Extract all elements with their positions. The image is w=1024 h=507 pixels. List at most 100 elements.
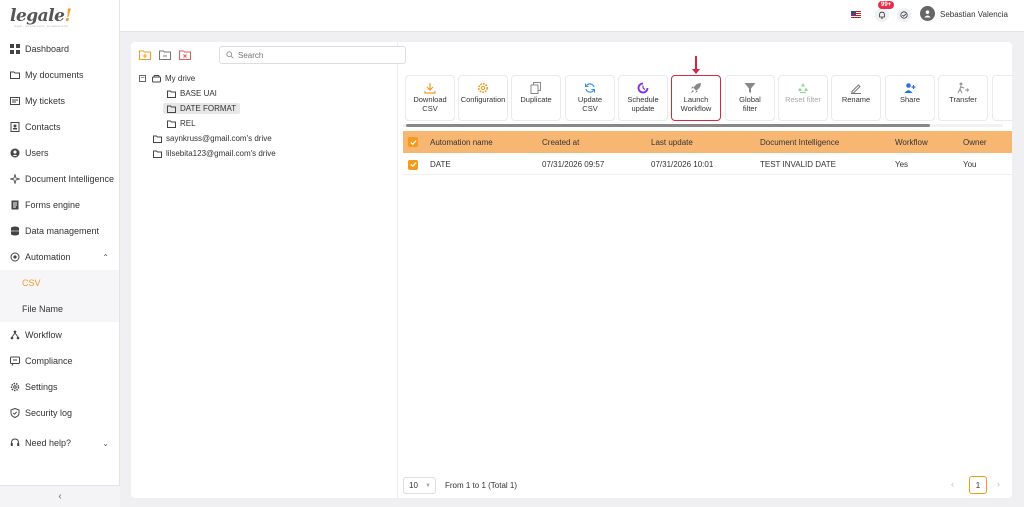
automation-icon <box>10 252 20 262</box>
logo-dot: ! <box>64 6 72 26</box>
share-button[interactable]: Share <box>885 75 935 121</box>
sidebar-item-data-management[interactable]: Data management <box>0 218 119 244</box>
select-all-checkbox[interactable] <box>408 137 418 147</box>
tree-node-rel[interactable]: REL <box>167 119 196 128</box>
sidebar-item-my-documents[interactable]: My documents <box>0 62 119 88</box>
top-header: 99+ Sebastian Valencia <box>120 0 1024 32</box>
row-checkbox[interactable] <box>408 159 418 170</box>
tree-toolbar <box>139 48 191 60</box>
download-icon <box>424 82 436 94</box>
reset-filter-button[interactable]: Reset filter <box>778 75 828 121</box>
cell-owner: You <box>963 160 977 169</box>
folder-icon <box>167 105 176 113</box>
gear-icon <box>10 382 20 392</box>
sidebar-item-automation[interactable]: Automation ⌃ <box>0 244 119 270</box>
sidebar-collapse-button[interactable]: ‹ <box>0 485 120 507</box>
table-row[interactable]: DATE 07/31/2026 09:57 07/31/2026 10:01 T… <box>403 155 1012 175</box>
launch-workflow-button[interactable]: Launch Workflow <box>671 75 721 121</box>
logo[interactable]: legale! legal, operations, productivity <box>0 0 119 32</box>
page-number-button[interactable]: 1 <box>969 476 987 494</box>
delete-folder-icon[interactable] <box>179 48 191 60</box>
drive-icon <box>152 74 161 83</box>
transfer-icon <box>957 82 969 94</box>
shield-icon <box>10 408 20 418</box>
transfer-button[interactable]: Transfer <box>938 75 988 121</box>
toolbar-scrollbar-thumb[interactable] <box>406 124 930 127</box>
column-header-document-intelligence[interactable]: Document Intelligence <box>760 138 839 147</box>
sidebar-item-document-intelligence[interactable]: Document Intelligence <box>0 166 119 192</box>
sidebar-item-my-tickets[interactable]: My tickets <box>0 88 119 114</box>
sidebar-nav: Dashboard My documents My tickets Contac… <box>0 36 119 456</box>
contacts-icon <box>10 122 20 132</box>
column-header-last-update[interactable]: Last update <box>651 138 693 147</box>
search-icon <box>226 51 234 59</box>
table-header: Automation name Created at Last update D… <box>403 131 1012 153</box>
tree-search-box[interactable] <box>219 46 406 64</box>
column-header-workflow[interactable]: Workflow <box>895 138 928 147</box>
configuration-button[interactable]: Configuration <box>458 75 508 121</box>
rocket-icon <box>690 82 702 94</box>
cell-document-intelligence: TEST INVALID DATE <box>760 160 837 169</box>
schedule-update-button[interactable]: Schedule update <box>618 75 668 121</box>
gear-icon <box>477 82 489 94</box>
download-csv-button[interactable]: Download CSV <box>405 75 455 121</box>
tasks-button[interactable] <box>897 8 911 22</box>
cell-workflow: Yes <box>895 160 909 169</box>
us-flag-icon[interactable] <box>851 11 861 18</box>
prev-page-button[interactable]: ‹ <box>951 479 954 489</box>
cell-created-at: 07/31/2026 09:57 <box>542 160 605 169</box>
sidebar-item-contacts[interactable]: Contacts <box>0 114 119 140</box>
column-header-created-at[interactable]: Created at <box>542 138 579 147</box>
column-header-owner[interactable]: Owner <box>963 138 987 147</box>
copy-icon <box>530 82 542 94</box>
automation-toolbar: Download CSV Configuration Duplicate Upda… <box>403 74 1012 124</box>
next-page-button[interactable]: › <box>997 479 1000 489</box>
workflow-icon <box>10 330 20 340</box>
sidebar-item-dashboard[interactable]: Dashboard <box>0 36 119 62</box>
collapse-toggle-icon[interactable]: − <box>139 75 146 82</box>
column-header-automation-name[interactable]: Automation name <box>430 138 493 147</box>
tree-node-my-drive[interactable]: − My drive <box>139 74 195 83</box>
sidebar-item-users[interactable]: Users <box>0 140 119 166</box>
sidebar-item-compliance[interactable]: Compliance <box>0 348 119 374</box>
more-button[interactable]: M <box>992 75 1012 121</box>
database-icon <box>10 226 20 236</box>
sidebar-item-need-help[interactable]: Need help? ⌄ <box>0 430 119 456</box>
recycle-icon <box>797 82 809 94</box>
main-panel: − My drive BASE UAI DATE FORMAT REL sayn… <box>131 42 1012 498</box>
sidebar-item-settings[interactable]: Settings <box>0 374 119 400</box>
global-filter-button[interactable]: Global filter <box>725 75 775 121</box>
username[interactable]: Sebastian Valencia <box>940 10 1008 19</box>
tree-search-input[interactable] <box>238 50 388 60</box>
folder-icon <box>153 135 162 143</box>
folder-icon <box>167 90 176 98</box>
pagination-info: From 1 to 1 (Total 1) <box>445 481 518 490</box>
new-folder-icon[interactable] <box>139 48 151 60</box>
rename-button[interactable]: Rename <box>831 75 881 121</box>
tree-node-base-uai[interactable]: BASE UAI <box>167 89 217 98</box>
tree-node-date-format[interactable]: DATE FORMAT <box>163 103 241 114</box>
sidebar-item-forms-engine[interactable]: Forms engine <box>0 192 119 218</box>
chevron-down-icon: ⌄ <box>102 438 109 448</box>
duplicate-button[interactable]: Duplicate <box>511 75 561 121</box>
sidebar-subitem-csv[interactable]: CSV <box>0 270 119 296</box>
chevron-left-icon: ‹ <box>58 491 62 502</box>
tree-node-drive-2[interactable]: lilsebita123@gmail.com's drive <box>153 149 276 158</box>
sidebar-item-security-log[interactable]: Security log <box>0 400 119 426</box>
update-csv-button[interactable]: Update CSV <box>565 75 615 121</box>
folder-icon <box>153 150 162 158</box>
avatar[interactable] <box>920 6 935 21</box>
check-icon <box>409 162 417 168</box>
user-avatar-icon <box>924 10 931 18</box>
drive-tree-panel: − My drive BASE UAI DATE FORMAT REL sayn… <box>131 42 406 498</box>
page-size-select[interactable]: 10 ▼ <box>403 477 436 494</box>
tree-node-drive-1[interactable]: saynkruss@gmail.com's drive <box>153 134 272 143</box>
more-icon <box>1011 82 1012 94</box>
schedule-icon <box>637 82 649 94</box>
folder-outline-icon[interactable] <box>159 48 171 60</box>
sidebar-subitem-file-name[interactable]: File Name <box>0 296 119 322</box>
sidebar-item-workflow[interactable]: Workflow <box>0 322 119 348</box>
folder-icon <box>167 120 176 128</box>
bell-icon <box>879 11 885 19</box>
notifications-button[interactable] <box>875 8 889 22</box>
